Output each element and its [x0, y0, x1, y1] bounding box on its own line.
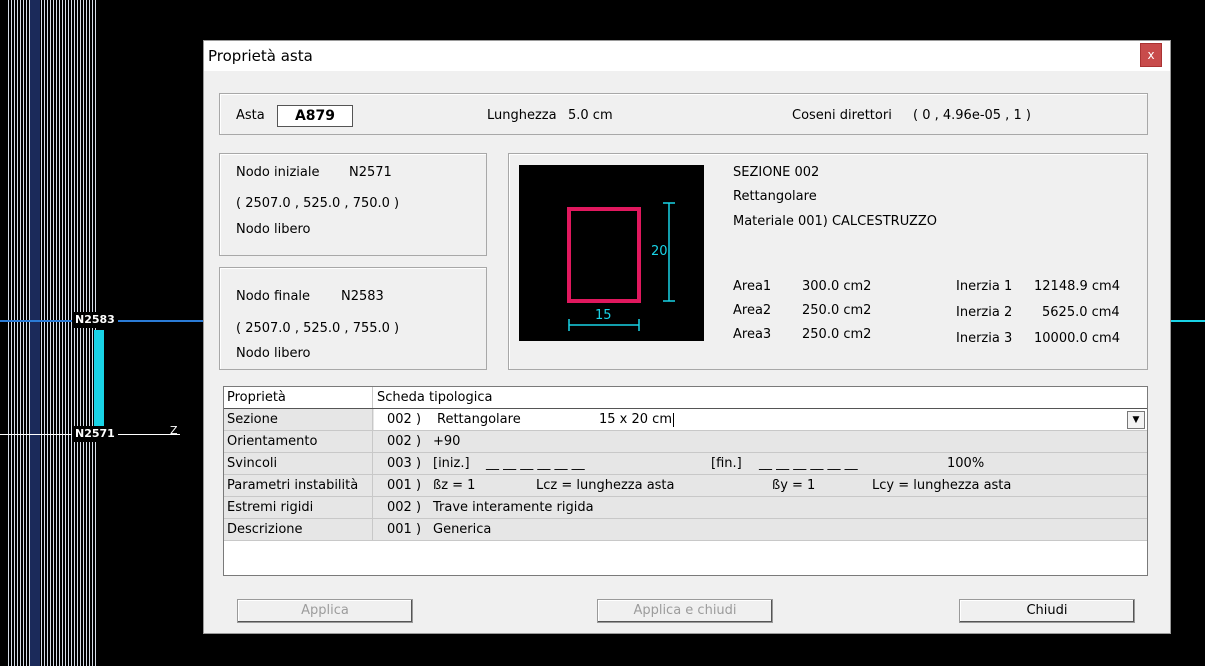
table-row-sezione[interactable]: Sezione 002 ) Rettangolare 15 x 20 cm ▼: [224, 409, 1147, 431]
parametri-lcz: Lcz = lunghezza asta: [536, 478, 675, 493]
area1-value: 300.0 cm2: [802, 279, 872, 294]
estremi-text: Trave interamente rigida: [433, 500, 594, 515]
row-label-sezione: Sezione: [224, 409, 373, 430]
area3-value: 250.0 cm2: [802, 327, 872, 342]
row-value-parametri: 001 ) ßz = 1 Lcz = lunghezza asta ßy = 1…: [374, 475, 1147, 496]
svincoli-percent: 100%: [947, 456, 985, 471]
section-drawing-svg: 20 15: [567, 202, 675, 331]
nodo-finale-coords: ( 2507.0 , 525.0 , 755.0 ): [236, 321, 400, 336]
inertia3-value: 10000.0 cm4: [1034, 331, 1120, 346]
row-label-descrizione: Descrizione: [224, 519, 373, 540]
row-label-estremi: Estremi rigidi: [224, 497, 373, 518]
row-label-parametri: Parametri instabilità: [224, 475, 373, 496]
estremi-code: 002 ): [387, 500, 422, 515]
area1-label: Area1: [733, 279, 772, 294]
dialog-titlebar[interactable]: Proprietà asta x: [204, 41, 1170, 71]
section-heading: SEZIONE 002: [733, 165, 820, 180]
sezione-code: 002 ): [387, 412, 422, 427]
table-row-estremi[interactable]: Estremi rigidi 002 ) Trave interamente r…: [224, 497, 1147, 519]
table-row-svincoli[interactable]: Svincoli 003 ) [iniz.] __ __ __ __ __ __…: [224, 453, 1147, 475]
cad-hatch-area: [8, 0, 96, 666]
asta-value: A879: [277, 105, 353, 127]
lunghezza-value: 5.0 cm: [568, 108, 613, 123]
nodo-finale-state: Nodo libero: [236, 346, 311, 361]
svincoli-dashes-end: __ __ __ __ __ __: [759, 456, 858, 471]
parametri-lcy: Lcy = lunghezza asta: [872, 478, 1012, 493]
cad-line-top-right: [1171, 320, 1205, 322]
area2-label: Area2: [733, 303, 772, 318]
parametri-code: 001 ): [387, 478, 422, 493]
svincoli-code: 003 ): [387, 456, 422, 471]
orientamento-code: 002 ): [387, 434, 422, 449]
nodo-iniziale-state: Nodo libero: [236, 222, 311, 237]
sezione-extra: 15 x 20 cm: [599, 409, 674, 430]
sezione-combobox[interactable]: 002 ) Rettangolare 15 x 20 cm ▼: [374, 409, 1147, 430]
text-caret: [673, 412, 674, 427]
dialog-title: Proprietà asta: [208, 47, 313, 65]
svincoli-fin: [fin.]: [711, 456, 742, 471]
property-table: Proprietà Scheda tipologica Sezione 002 …: [223, 386, 1148, 576]
row-value-descrizione: 001 ) Generica: [374, 519, 1147, 540]
cad-node-label-top: N2583: [72, 312, 118, 328]
cad-axis-label: Z: [170, 424, 178, 437]
svincoli-dashes-start: __ __ __ __ __ __: [486, 456, 585, 471]
chevron-down-icon[interactable]: ▼: [1127, 411, 1145, 429]
row-value-estremi: 002 ) Trave interamente rigida: [374, 497, 1147, 518]
properties-dialog: Proprietà asta x Asta A879 Lunghezza 5.0…: [203, 40, 1171, 634]
inertia1-value: 12148.9 cm4: [1034, 279, 1120, 294]
descrizione-code: 001 ): [387, 522, 422, 537]
section-shape: Rettangolare: [733, 189, 817, 204]
nodo-finale-label: Nodo finale: [236, 289, 311, 304]
cad-hatch-band: [30, 0, 40, 666]
height-dimension-label: 20: [651, 244, 668, 259]
inertia3-label: Inerzia 3: [956, 331, 1013, 346]
cad-member-bar: [94, 330, 104, 430]
orientamento-text: +90: [433, 434, 461, 449]
parametri-bz: ßz = 1: [433, 478, 476, 493]
descrizione-text: Generica: [433, 522, 492, 537]
coseni-value: ( 0 , 4.96e-05 , 1 ): [913, 108, 1031, 123]
section-rectangle: [567, 207, 641, 303]
table-header-scheda: Scheda tipologica: [374, 387, 1147, 408]
coseni-label: Coseni direttori: [792, 108, 892, 123]
chiudi-button[interactable]: Chiudi: [959, 599, 1135, 623]
nodo-iniziale-id: N2571: [349, 165, 392, 180]
asta-label: Asta: [236, 108, 265, 123]
svincoli-iniz: [iniz.]: [433, 456, 470, 471]
table-header-scheda-text: Scheda tipologica: [377, 390, 493, 405]
area3-label: Area3: [733, 327, 772, 342]
row-label-orientamento: Orientamento: [224, 431, 373, 452]
sezione-text: Rettangolare: [437, 412, 521, 427]
table-row-orientamento[interactable]: Orientamento 002 ) +90: [224, 431, 1147, 453]
sezione-extra-text: 15 x 20 cm: [599, 412, 672, 427]
row-value-orientamento: 002 ) +90: [374, 431, 1147, 452]
lunghezza-label: Lunghezza: [487, 108, 557, 123]
section-material: Materiale 001) CALCESTRUZZO: [733, 214, 938, 229]
nodo-iniziale-label: Nodo iniziale: [236, 165, 320, 180]
inertia1-label: Inerzia 1: [956, 279, 1013, 294]
row-value-svincoli: 003 ) [iniz.] __ __ __ __ __ __ [fin.] _…: [374, 453, 1147, 474]
applica-chiudi-button[interactable]: Applica e chiudi: [597, 599, 773, 623]
area2-value: 250.0 cm2: [802, 303, 872, 318]
table-row-parametri[interactable]: Parametri instabilità 001 ) ßz = 1 Lcz =…: [224, 475, 1147, 497]
table-header-row: Proprietà Scheda tipologica: [224, 387, 1147, 409]
row-label-svincoli: Svincoli: [224, 453, 373, 474]
nodo-iniziale-coords: ( 2507.0 , 525.0 , 750.0 ): [236, 196, 400, 211]
inertia2-value: 5625.0 cm4: [1042, 305, 1120, 320]
section-drawing: 20 15: [519, 165, 704, 341]
table-header-property: Proprietà: [224, 387, 373, 408]
nodo-finale-id: N2583: [341, 289, 384, 304]
parametri-by: ßy = 1: [772, 478, 816, 493]
cad-node-label-bottom: N2571: [72, 426, 118, 442]
width-dimension-label: 15: [595, 308, 612, 323]
close-button[interactable]: x: [1140, 43, 1162, 67]
inertia2-label: Inerzia 2: [956, 305, 1013, 320]
table-row-descrizione[interactable]: Descrizione 001 ) Generica: [224, 519, 1147, 541]
applica-button[interactable]: Applica: [237, 599, 413, 623]
